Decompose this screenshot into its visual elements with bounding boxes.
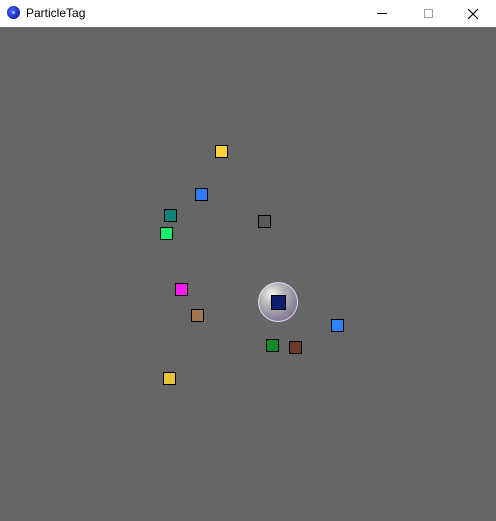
particle xyxy=(215,145,228,158)
particle xyxy=(331,319,344,332)
minimize-button[interactable] xyxy=(359,0,405,27)
particle xyxy=(163,372,176,385)
window-title: ParticleTag xyxy=(26,6,86,20)
game-canvas[interactable] xyxy=(0,27,496,521)
player-core xyxy=(271,295,286,310)
particle xyxy=(195,188,208,201)
app-icon xyxy=(7,6,20,19)
maximize-icon xyxy=(423,9,433,18)
particle xyxy=(160,227,173,240)
particle xyxy=(289,341,302,354)
title-bar[interactable]: ParticleTag xyxy=(0,0,496,27)
particle xyxy=(164,209,177,222)
close-button[interactable] xyxy=(450,0,496,27)
maximize-button[interactable] xyxy=(405,0,451,27)
close-icon xyxy=(467,8,479,19)
particle xyxy=(266,339,279,352)
app-window: ParticleTag xyxy=(0,0,496,521)
particle xyxy=(175,283,188,296)
minimize-icon xyxy=(377,13,387,14)
particle xyxy=(258,215,271,228)
particle xyxy=(191,309,204,322)
